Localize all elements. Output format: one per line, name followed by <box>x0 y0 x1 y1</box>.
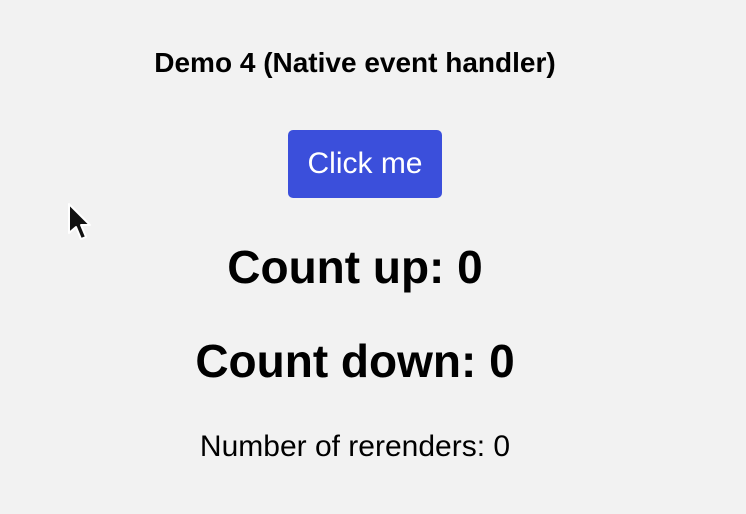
mouse-pointer-icon <box>68 203 91 240</box>
rerender-counter: Number of rerenders: 0 <box>199 430 511 463</box>
demo-panel: Demo 4 (Native event handler) Click me C… <box>0 0 710 514</box>
demo-title: Demo 4 (Native event handler) <box>154 47 556 78</box>
count-up-display: Count up: 0 <box>227 241 483 293</box>
count-down-display: Count down: 0 <box>195 335 515 387</box>
click-me-button[interactable]: Click me <box>288 130 442 198</box>
